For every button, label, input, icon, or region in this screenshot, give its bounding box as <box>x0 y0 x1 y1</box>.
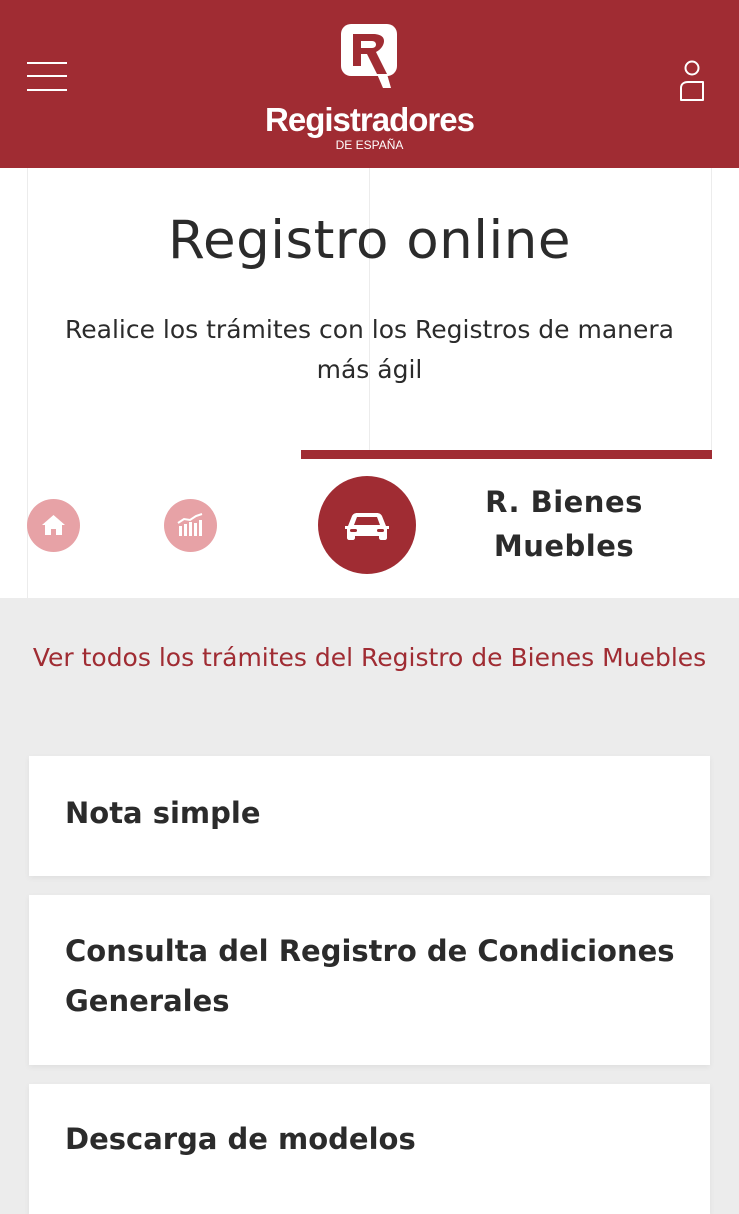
logo[interactable]: Registradores DE ESPAÑA <box>262 22 477 157</box>
car-icon <box>318 476 416 574</box>
procedure-card[interactable]: Descarga de modelos <box>29 1084 710 1214</box>
procedure-card-label: Nota simple <box>65 796 261 830</box>
logo-subtitle: DE ESPAÑA <box>335 138 404 152</box>
user-icon[interactable] <box>677 58 707 102</box>
page-title: Registro online <box>168 210 571 271</box>
tab-label: R. Bienes Muebles <box>485 485 643 563</box>
page-subtitle: Realice los trámites con los Registros d… <box>65 315 674 384</box>
hero-panel: Registro online Realice los trámites con… <box>0 168 739 598</box>
procedure-card[interactable]: Nota simple <box>29 756 710 876</box>
procedures-section: Ver todos los trámites del Registro de B… <box>0 598 739 1214</box>
see-all-procedures-link[interactable]: Ver todos los trámites del Registro de B… <box>30 638 709 678</box>
logo-wordmark: Registradores <box>265 101 475 138</box>
procedure-card-label: Descarga de modelos <box>65 1122 416 1156</box>
tab-bienes-muebles[interactable]: R. Bienes Muebles <box>301 450 712 598</box>
logo-r-icon <box>341 24 397 88</box>
app-header: Registradores DE ESPAÑA <box>0 0 739 168</box>
procedure-card-label: Consulta del Registro de Condiciones Gen… <box>65 934 675 1018</box>
hamburger-menu-icon[interactable] <box>27 62 67 92</box>
procedure-card[interactable]: Consulta del Registro de Condiciones Gen… <box>29 895 710 1065</box>
bar-chart-icon[interactable] <box>164 499 217 552</box>
home-icon[interactable] <box>27 499 80 552</box>
